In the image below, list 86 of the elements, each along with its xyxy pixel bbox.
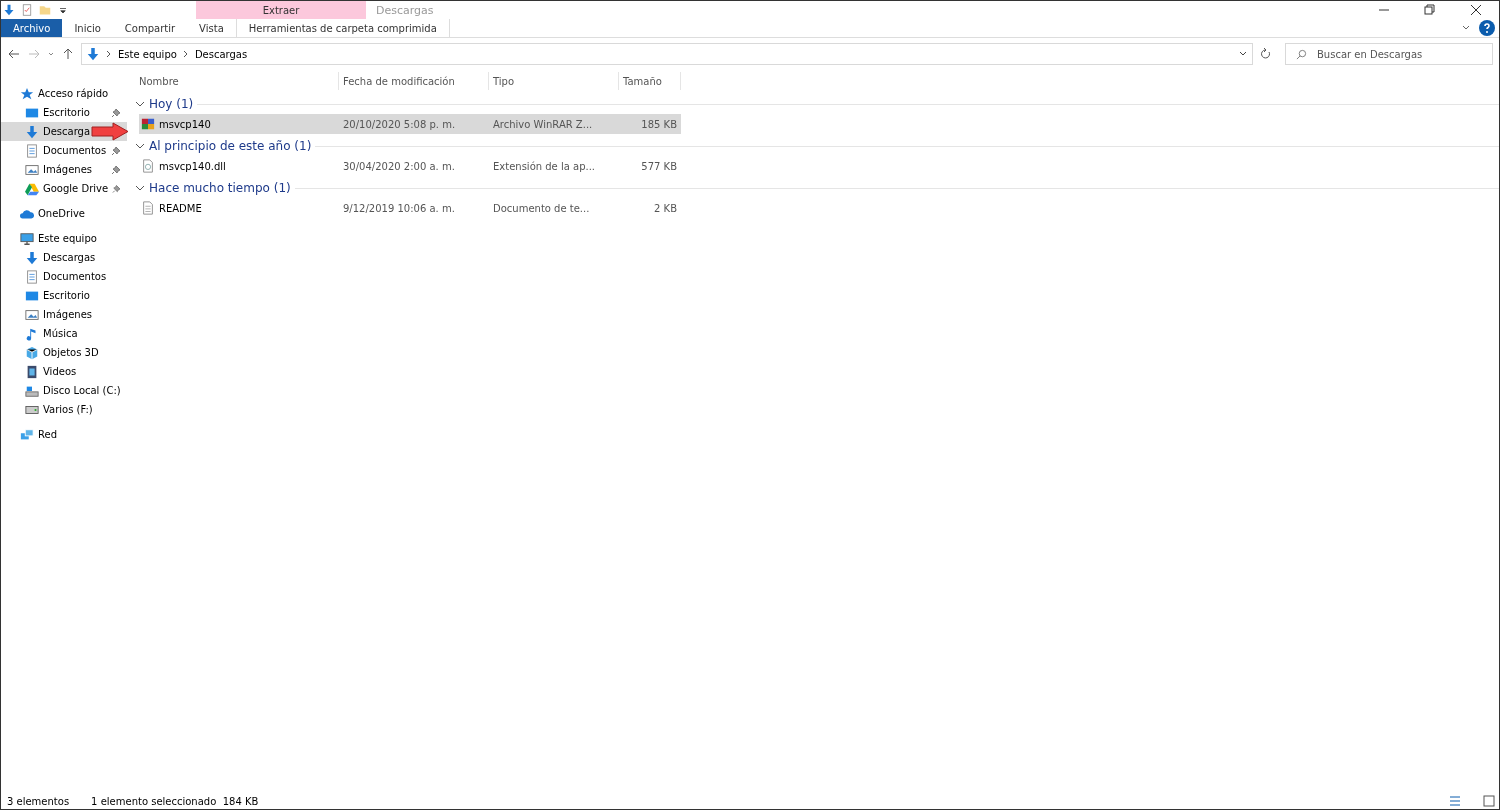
pin-icon[interactable] <box>111 164 121 175</box>
ribbon-tab[interactable]: Archivo <box>1 19 63 37</box>
image-icon <box>25 307 39 322</box>
ribbon-tab[interactable]: Herramientas de carpeta comprimida <box>235 19 450 37</box>
ribbon-tab[interactable]: Vista <box>187 19 236 37</box>
type-cell-text: Archivo WinRAR Z... <box>492 118 594 130</box>
column-header[interactable]: Fecha de modificación <box>343 75 455 87</box>
context-tab-header: Extraer <box>196 1 366 19</box>
refresh-icon[interactable] <box>1259 47 1273 61</box>
nav-item[interactable]: Acceso rápido <box>1 84 127 103</box>
nav-item[interactable]: Documentos <box>1 267 127 286</box>
nav-item[interactable]: Google Drive <box>1 179 127 198</box>
size-cell-text: 185 KB <box>640 118 678 130</box>
document-icon <box>25 269 39 284</box>
chevron-icon[interactable] <box>135 99 145 109</box>
pin-icon[interactable] <box>112 183 121 194</box>
group-header[interactable]: Hace mucho tiempo (1) <box>149 181 291 195</box>
film-icon <box>25 364 39 379</box>
file-name: msvcp140.dll <box>159 160 226 172</box>
archive-icon <box>141 117 155 131</box>
nav-item[interactable]: Escritorio <box>1 286 127 305</box>
column-header[interactable]: Tipo <box>493 75 515 87</box>
nav-item[interactable]: Este equipo <box>1 229 127 248</box>
nav-item[interactable]: Música <box>1 324 127 343</box>
item-count: 3 elementos <box>7 795 70 807</box>
file-name: msvcp140 <box>159 118 211 130</box>
type-cell-text: Extensión de la ap... <box>492 160 597 172</box>
file-row[interactable]: README 9/12/2019 10:06 a. m. Documento de te... 2 KB <box>139 198 681 218</box>
search-box[interactable]: Buscar en Descargas <box>1285 43 1493 65</box>
group-header[interactable]: Hoy (1) <box>149 97 194 111</box>
star-icon <box>20 86 34 101</box>
cube-icon <box>25 345 39 360</box>
tiles-view-icon[interactable] <box>1483 795 1495 807</box>
triangle-drive-icon <box>25 181 39 196</box>
nav-item[interactable]: Videos <box>1 362 127 381</box>
ribbon-tab[interactable]: Inicio <box>62 19 113 37</box>
arrow-annotation-icon <box>91 122 129 141</box>
breadcrumb[interactable]: Descargas <box>194 48 248 60</box>
size-cell-text: 577 KB <box>640 160 678 172</box>
file-icon <box>141 159 155 173</box>
nav-item[interactable]: Imágenes <box>1 305 127 324</box>
column-header[interactable]: Tamaño <box>623 75 662 87</box>
nav-item[interactable]: Red <box>1 425 127 444</box>
nav-item[interactable]: Escritorio <box>1 103 127 122</box>
download-icon <box>86 47 100 61</box>
date-cell-text: 9/12/2019 10:06 a. m. <box>342 202 456 214</box>
nav-item[interactable]: Descargas <box>1 248 127 267</box>
music-note-icon <box>25 326 39 341</box>
nav-item[interactable]: Varios (F:) <box>1 400 127 419</box>
back-icon[interactable] <box>7 47 21 61</box>
text-file-icon <box>141 201 155 215</box>
size-cell-text: 2 KB <box>653 202 678 214</box>
pin-icon[interactable] <box>111 107 121 118</box>
nav-item[interactable]: Disco Local (C:) <box>1 381 127 400</box>
ribbon-tab[interactable]: Compartir <box>112 19 188 37</box>
chevron-icon[interactable] <box>182 50 189 58</box>
chevron-icon[interactable] <box>135 141 145 151</box>
image-icon <box>25 162 39 177</box>
document-icon <box>25 143 39 158</box>
help-icon[interactable] <box>1479 20 1495 36</box>
chevron-icon[interactable] <box>106 50 112 58</box>
search-icon <box>1296 48 1307 60</box>
type-cell-text: Documento de te... <box>492 202 591 214</box>
up-icon[interactable] <box>61 47 75 61</box>
group-header[interactable]: Al principio de este año (1) <box>149 139 312 153</box>
nav-item[interactable]: Imágenes <box>1 160 127 179</box>
computer-icon <box>20 231 34 246</box>
file-name: README <box>159 202 202 214</box>
chevron-icon[interactable] <box>135 183 145 193</box>
file-row[interactable]: msvcp140 20/10/2020 5:08 p. m. Archivo WinRAR Z... 185 KB <box>139 114 681 134</box>
address-bar[interactable]: Este equipo Descargas <box>81 43 1253 65</box>
date-cell-text: 30/04/2020 2:00 a. m. <box>342 160 456 172</box>
column-header[interactable]: Nombre <box>139 75 179 87</box>
download-icon <box>25 124 39 139</box>
breadcrumb[interactable]: Este equipo <box>118 48 177 60</box>
nav-item[interactable]: OneDrive <box>1 204 127 223</box>
network-icon <box>20 427 34 442</box>
window-title: Descargas <box>375 3 435 19</box>
selection-info: 1 elemento seleccionado 184 KB <box>91 795 259 807</box>
file-row[interactable]: msvcp140.dll 30/04/2020 2:00 a. m. Extensión de la ap... 577 KB <box>139 156 681 176</box>
date-cell-text: 20/10/2020 5:08 p. m. <box>342 118 457 130</box>
nav-item[interactable]: Documentos <box>1 141 127 160</box>
nav-item[interactable]: Objetos 3D <box>1 343 127 362</box>
download-icon <box>25 250 39 265</box>
pin-icon[interactable] <box>111 145 121 156</box>
download-icon[interactable] <box>3 4 15 16</box>
